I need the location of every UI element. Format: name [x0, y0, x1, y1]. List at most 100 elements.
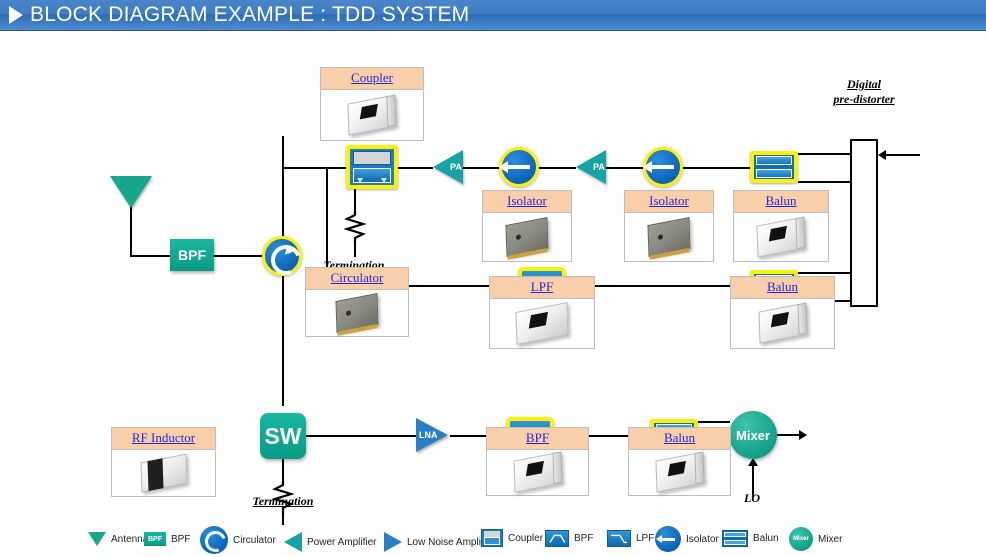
card-rf-inductor-title: RF Inductor	[112, 428, 215, 450]
coupler-port-arrow-right	[381, 178, 387, 183]
coupler-port-arrow-left	[357, 178, 363, 183]
card-bpf[interactable]: BPF	[486, 427, 589, 496]
wire-balun1-bot-to-dpd	[798, 181, 852, 183]
wire-termination-tail	[354, 243, 356, 257]
pa1-label: PA	[450, 162, 462, 172]
arrow-lo-to-mixer	[748, 458, 758, 466]
wire-bus-to-coupler	[282, 167, 348, 169]
card-balun-2-photo	[731, 299, 834, 347]
sw-block[interactable]: SW	[260, 413, 306, 459]
mixer-icon: Mixer	[789, 527, 813, 551]
coupler-icon[interactable]	[346, 145, 398, 189]
legend-label-lpf-filter: LPF	[636, 533, 655, 544]
balun1-bar-bottom	[756, 169, 792, 178]
wire-coupler-to-pa1	[397, 167, 433, 169]
coupler-top-bar	[353, 151, 391, 165]
gray-chip-photo	[505, 216, 549, 257]
white-chip-photo	[515, 301, 569, 345]
arrow-dpd-input	[878, 150, 886, 160]
card-circulator[interactable]: Circulator	[305, 267, 409, 337]
wire-balun2-top-to-dpd	[798, 272, 852, 274]
bpf-block[interactable]: BPF	[170, 239, 214, 271]
card-lpf-photo	[490, 299, 594, 347]
bpf-filter-icon	[545, 530, 569, 547]
digital-predistorter-label-line1: Digital	[846, 77, 881, 91]
mixer-icon[interactable]: Mixer	[729, 411, 777, 459]
balun-icon-1[interactable]	[750, 151, 798, 183]
isolator-icon-1[interactable]	[499, 147, 539, 187]
card-balun-1-photo	[734, 213, 828, 260]
pa2-label: PA	[593, 162, 605, 172]
isolator-icon-2[interactable]	[643, 147, 683, 187]
digital-predistorter-block[interactable]	[850, 139, 878, 307]
legend-label-mixer: Mixer	[818, 533, 843, 545]
wire-mixer-out	[777, 434, 801, 436]
gray-chip-photo	[647, 216, 691, 257]
wire-sw-termination	[282, 457, 284, 483]
legend-item-bpf-filter: BPF	[545, 530, 593, 547]
wire-circulator-to-sw	[282, 276, 284, 406]
wire-isolator2-to-balun1	[683, 167, 750, 169]
card-bpf-photo	[487, 450, 588, 494]
legend-item-bpf-block: BPF BPF	[144, 532, 190, 546]
wire-balun1-top-to-dpd	[798, 153, 852, 155]
card-coupler[interactable]: Coupler	[320, 67, 424, 141]
legend: Antenna BPF BPF Circulator Power Amplifi…	[0, 494, 986, 557]
coupler-icon	[481, 529, 503, 547]
legend-item-balun: Balun	[722, 530, 779, 547]
card-circulator-photo	[306, 290, 408, 335]
card-isolator-1[interactable]: Isolator	[482, 190, 572, 262]
gray-chip-photo	[335, 292, 379, 333]
card-balun-1[interactable]: Balun	[733, 190, 829, 262]
card-lpf[interactable]: LPF	[489, 276, 595, 349]
wire-bpf-to-circulator	[212, 255, 266, 257]
card-isolator-2-title: Isolator	[625, 191, 713, 213]
legend-label-isolator: Isolator	[686, 533, 719, 545]
wire-coupler-termination	[354, 189, 356, 213]
lna-label: LNA	[419, 430, 438, 440]
title-bar: BLOCK DIAGRAM EXAMPLE : TDD SYSTEM	[0, 0, 986, 31]
legend-label-bpf-filter: BPF	[574, 533, 594, 544]
wire-dpd-input	[886, 154, 920, 156]
legend-label-bpf-block: BPF	[171, 533, 191, 545]
antenna-label: ANT	[117, 149, 140, 161]
legend-label-circulator: Circulator	[233, 534, 276, 546]
balun-icon	[722, 530, 748, 547]
wire-pa2-to-isolator2	[606, 167, 643, 169]
wire-sw-to-lna	[306, 435, 416, 437]
termination-resistor-1	[344, 211, 366, 245]
balun1-bar-top	[756, 156, 792, 165]
white-chip-photo	[654, 451, 705, 493]
card-balun-2-title: Balun	[731, 277, 834, 299]
card-balun-3-photo	[629, 450, 730, 494]
card-rf-inductor[interactable]: RF Inductor	[111, 427, 216, 497]
card-bpf-title: BPF	[487, 428, 588, 450]
bpf-block-label: BPF	[178, 247, 206, 263]
legend-label-antenna: Antenna	[111, 533, 149, 545]
card-balun-3[interactable]: Balun	[628, 427, 731, 496]
diagram-canvas: ANT BPF PA PA Digital pre-distorter Term…	[0, 31, 986, 557]
wire-balun3-top-to-mixer	[698, 421, 730, 423]
circulator-icon	[200, 526, 228, 554]
card-lpf-title: LPF	[490, 277, 594, 299]
card-balun-2[interactable]: Balun	[730, 276, 835, 349]
bpf-block-icon: BPF	[144, 532, 166, 546]
legend-item-coupler: Coupler	[481, 529, 543, 547]
card-coupler-photo	[321, 90, 423, 139]
legend-item-isolator: Isolator	[655, 526, 719, 552]
isolator-icon	[655, 526, 681, 552]
legend-item-circulator: Circulator	[200, 526, 276, 554]
card-isolator-2-photo	[625, 213, 713, 260]
legend-item-mixer: Mixer Mixer	[789, 527, 842, 551]
isolator-arrow-2	[643, 161, 674, 173]
white-chip-photo	[756, 215, 806, 258]
legend-item-low-noise-amplifier: Low Noise Amplifier	[384, 532, 495, 552]
inductor-chip-photo	[139, 453, 188, 492]
card-isolator-1-photo	[483, 213, 571, 260]
antenna-icon	[88, 532, 106, 546]
card-isolator-2[interactable]: Isolator	[624, 190, 714, 262]
arrow-mixer-out	[799, 430, 807, 440]
antenna-icon[interactable]	[110, 176, 152, 208]
play-triangle-icon	[9, 6, 23, 24]
wire-pa1-to-isolator1	[463, 167, 499, 169]
